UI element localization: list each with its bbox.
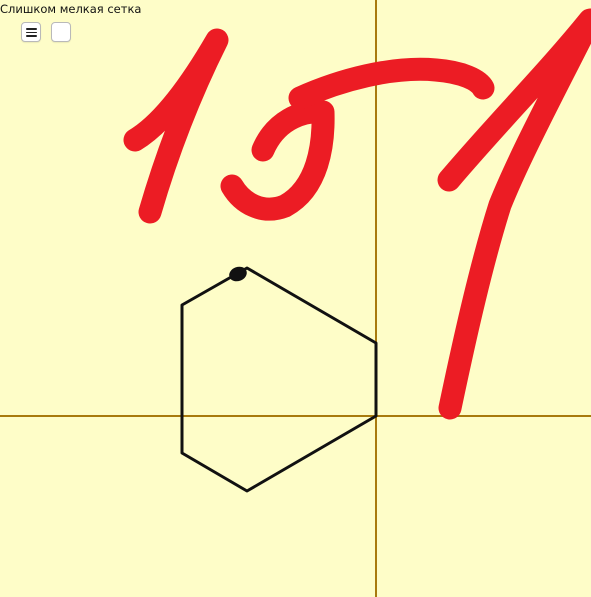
menu-icon-line (26, 28, 37, 30)
menu-icon (26, 28, 37, 37)
blank-tool-button[interactable] (51, 22, 71, 42)
grid-too-fine-note: Слишком мелкая сетка (0, 2, 142, 16)
drawing-canvas[interactable]: Слишком мелкая сетка (0, 0, 591, 597)
drawing-board[interactable] (0, 0, 591, 597)
menu-button[interactable] (21, 22, 41, 42)
menu-icon-line (26, 35, 37, 37)
menu-icon-line (26, 31, 37, 34)
